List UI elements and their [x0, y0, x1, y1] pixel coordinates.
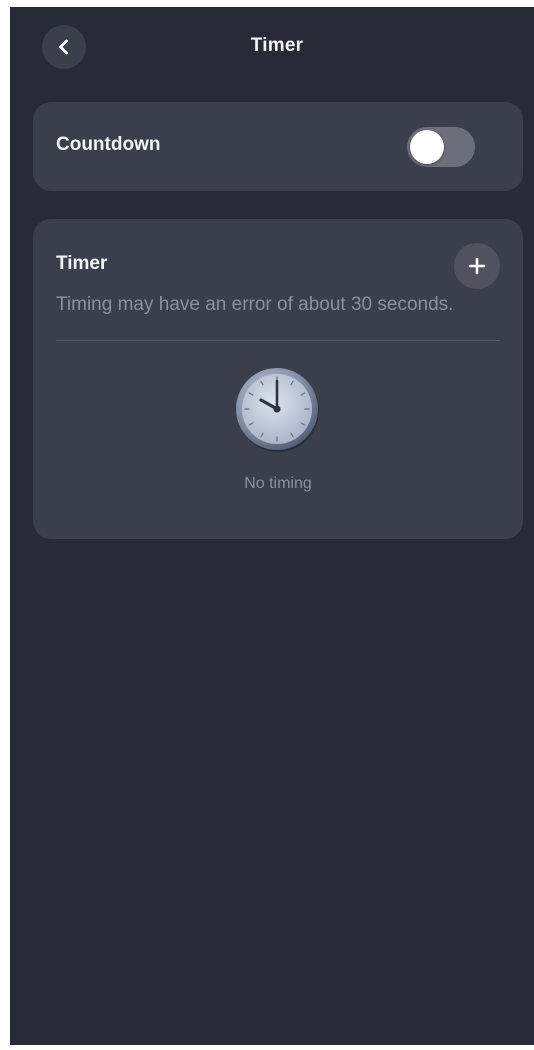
plus-icon [468, 257, 486, 275]
toggle-knob [410, 130, 444, 164]
countdown-toggle[interactable] [407, 127, 475, 167]
timer-screen: Timer Countdown Timer Timing may have an… [10, 7, 534, 1045]
divider [56, 340, 500, 341]
countdown-label: Countdown [56, 134, 161, 155]
timer-card: Timer Timing may have an error of about … [33, 219, 523, 539]
timer-accuracy-note: Timing may have an error of about 30 sec… [56, 294, 454, 315]
add-timer-button[interactable] [454, 243, 500, 289]
empty-state-text: No timing [244, 475, 312, 492]
clock-icon [236, 368, 319, 452]
timer-section-title: Timer [56, 253, 108, 274]
page-title: Timer [250, 35, 304, 56]
